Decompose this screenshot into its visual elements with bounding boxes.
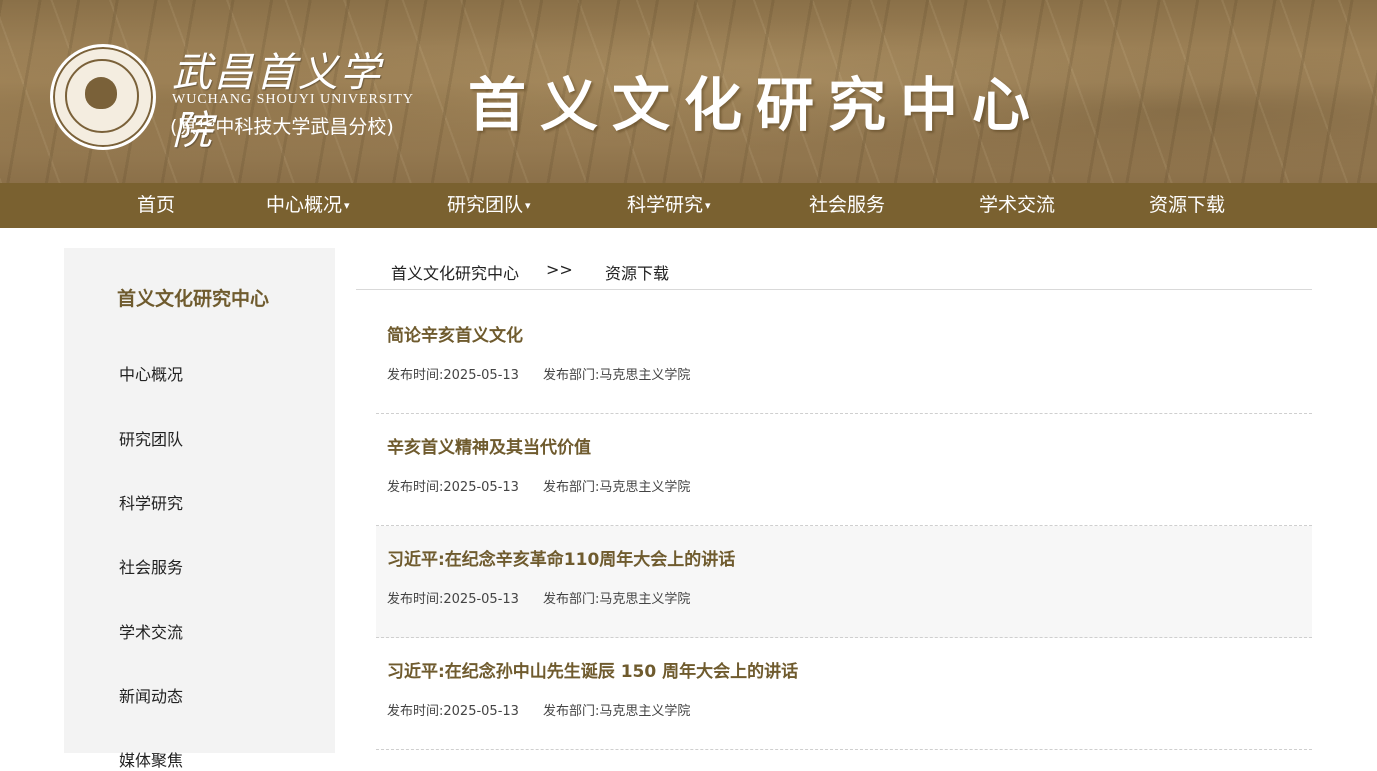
department-label: 发布部门: <box>542 592 600 607</box>
breadcrumb: 首义文化研究中心 >> 资源下载 <box>356 248 1312 290</box>
publish-date: 2025-05-13 <box>443 704 519 719</box>
list-item: 习近平:在纪念辛亥革命110周年大会上的讲话 发布时间:2025-05-13 发布… <box>376 526 1312 638</box>
breadcrumb-separator: >> <box>546 260 573 279</box>
publish-time-label: 发布时间: <box>387 704 444 719</box>
department-name: 马克思主义学院 <box>599 480 691 495</box>
header-banner: 武昌首义学院 WUCHANG SHOUYI UNIVERSITY (原华中科技大… <box>0 0 1377 183</box>
article-meta: 发布时间:2025-05-13 发布部门:马克思主义学院 <box>387 364 690 383</box>
sidebar-item-research[interactable]: 科学研究 <box>119 490 183 514</box>
publish-time-label: 发布时间: <box>387 368 444 383</box>
article-meta: 发布时间:2025-05-13 发布部门:马克思主义学院 <box>387 476 690 495</box>
nav-item-social-service[interactable]: 社会服务 <box>809 183 885 228</box>
sidebar-item-overview[interactable]: 中心概况 <box>119 361 183 385</box>
sidebar-item-news[interactable]: 新闻动态 <box>119 683 183 707</box>
seal-emblem-icon <box>85 77 117 109</box>
nav-item-downloads[interactable]: 资源下载 <box>1149 183 1225 228</box>
breadcrumb-current[interactable]: 资源下载 <box>605 260 669 284</box>
chevron-down-icon: ▾ <box>525 199 531 212</box>
department-label: 发布部门: <box>542 368 600 383</box>
list-item: 辛亥首义精神及其当代价值 发布时间:2025-05-13 发布部门:马克思主义学院 <box>376 414 1312 526</box>
department-name: 马克思主义学院 <box>599 592 691 607</box>
publish-date: 2025-05-13 <box>443 368 519 383</box>
article-title[interactable]: 简论辛亥首义文化 <box>387 321 523 346</box>
article-title[interactable]: 习近平:在纪念辛亥革命110周年大会上的讲话 <box>387 545 735 570</box>
main-nav: 首页 中心概况 ▾ 研究团队 ▾ 科学研究 ▾ 社会服务 学术交流 资源下载 <box>0 183 1377 228</box>
department-name: 马克思主义学院 <box>599 704 691 719</box>
department-label: 发布部门: <box>542 480 600 495</box>
nav-item-research[interactable]: 科学研究 ▾ <box>627 183 711 228</box>
breadcrumb-root[interactable]: 首义文化研究中心 <box>391 260 519 284</box>
article-meta: 发布时间:2025-05-13 发布部门:马克思主义学院 <box>387 588 690 607</box>
publish-date: 2025-05-13 <box>443 480 519 495</box>
list-item: 简论辛亥首义文化 发布时间:2025-05-13 发布部门:马克思主义学院 <box>376 302 1312 414</box>
article-meta: 发布时间:2025-05-13 发布部门:马克思主义学院 <box>387 700 690 719</box>
sidebar: 首义文化研究中心 中心概况 研究团队 科学研究 社会服务 学术交流 新闻动态 媒… <box>64 248 335 770</box>
department-label: 发布部门: <box>542 704 600 719</box>
nav-item-academic-exchange[interactable]: 学术交流 <box>979 183 1055 228</box>
sidebar-item-social-service[interactable]: 社会服务 <box>119 554 183 578</box>
publish-time-label: 发布时间: <box>387 480 444 495</box>
nav-item-overview[interactable]: 中心概况 ▾ <box>266 183 350 228</box>
article-title[interactable]: 习近平:在纪念孙中山先生诞辰 150 周年大会上的讲话 <box>387 657 798 682</box>
publish-date: 2025-05-13 <box>443 592 519 607</box>
list-item: 习近平:在纪念孙中山先生诞辰 150 周年大会上的讲话 发布时间:2025-05… <box>376 638 1312 750</box>
school-former-name: (原华中科技大学武昌分校) <box>170 116 394 138</box>
school-name-en: WUCHANG SHOUYI UNIVERSITY <box>172 92 414 107</box>
chevron-down-icon: ▾ <box>344 199 350 212</box>
publish-time-label: 发布时间: <box>387 592 444 607</box>
nav-item-team[interactable]: 研究团队 ▾ <box>447 183 531 228</box>
sidebar-item-team[interactable]: 研究团队 <box>119 426 183 450</box>
sidebar-item-academic-exchange[interactable]: 学术交流 <box>119 619 183 643</box>
department-name: 马克思主义学院 <box>599 368 691 383</box>
article-title[interactable]: 辛亥首义精神及其当代价值 <box>387 433 591 458</box>
site-title: 首义文化研究中心 <box>468 71 1045 139</box>
university-seal-logo[interactable] <box>50 44 156 150</box>
chevron-down-icon: ▾ <box>705 199 711 212</box>
nav-item-home[interactable]: 首页 <box>137 183 175 228</box>
sidebar-item-media[interactable]: 媒体聚焦 <box>119 747 183 771</box>
sidebar-title: 首义文化研究中心 <box>117 288 270 310</box>
